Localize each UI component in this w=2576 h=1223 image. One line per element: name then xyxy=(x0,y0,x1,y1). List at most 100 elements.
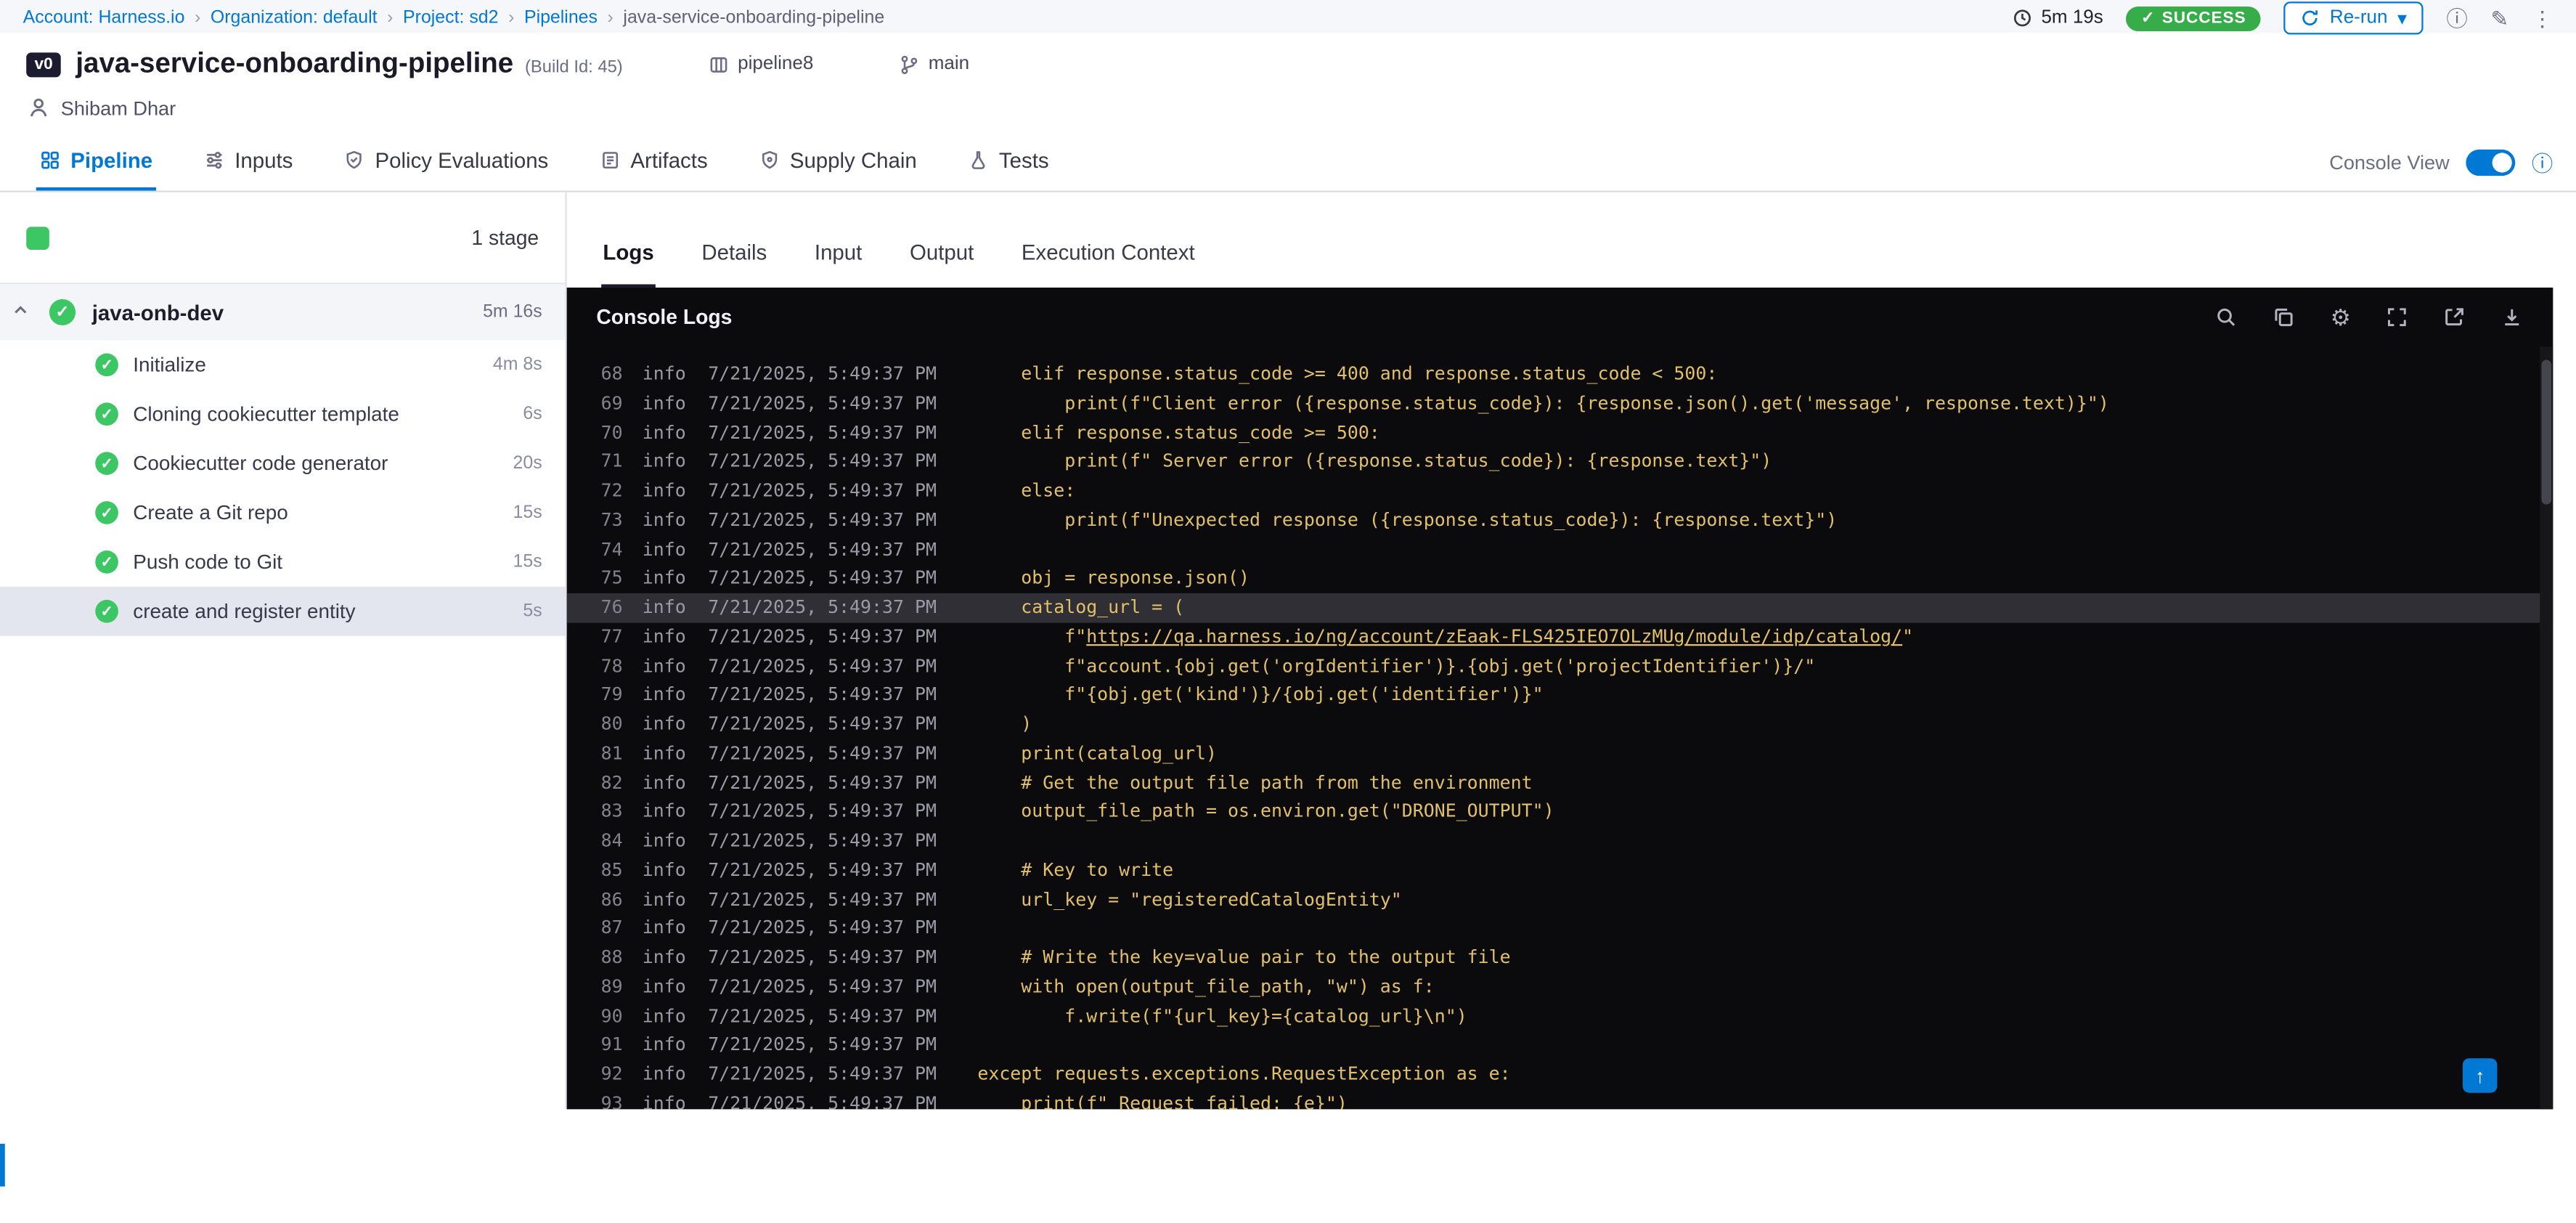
log-line-number[interactable]: 74 xyxy=(587,535,623,564)
log-line-number[interactable]: 71 xyxy=(587,447,623,476)
more-options-icon[interactable]: ⋮ xyxy=(2532,7,2553,28)
log-line-number[interactable]: 81 xyxy=(587,739,623,768)
step-row[interactable]: ✓ Initialize 4m 8s xyxy=(0,340,565,389)
log-timestamp: 7/21/2025, 5:49:37 PM xyxy=(708,800,937,822)
log-line-number[interactable]: 76 xyxy=(587,593,623,622)
chevron-up-icon[interactable] xyxy=(12,301,30,319)
log-line-number[interactable]: 91 xyxy=(587,1031,623,1060)
log-scrollbar-thumb[interactable] xyxy=(2541,359,2552,505)
step-success-icon: ✓ xyxy=(95,599,118,623)
log-text-segment: f" xyxy=(977,625,1087,647)
log-line-number[interactable]: 80 xyxy=(587,710,623,739)
log-line-number[interactable]: 84 xyxy=(587,826,623,856)
step-label: create and register entity xyxy=(133,599,356,623)
log-timestamp: 7/21/2025, 5:49:37 PM xyxy=(708,363,937,385)
copy-logs-icon[interactable] xyxy=(2273,306,2296,329)
log-line-number[interactable]: 92 xyxy=(587,1060,623,1089)
pipeline-execution-screen: Account: Harness.io › Organization: defa… xyxy=(0,0,2576,1223)
log-level: info xyxy=(642,508,686,531)
log-line-number[interactable]: 89 xyxy=(587,972,623,1001)
breadcrumb-organization[interactable]: Organization: default xyxy=(211,8,378,28)
log-text-segment: print(f"Client error ({response.status_c… xyxy=(977,392,2109,414)
log-line-number[interactable]: 79 xyxy=(587,680,623,710)
scroll-to-top-button[interactable]: ↑ xyxy=(2462,1058,2498,1093)
log-line-number[interactable]: 77 xyxy=(587,622,623,651)
log-line-number[interactable]: 85 xyxy=(587,856,623,885)
log-line-number[interactable]: 68 xyxy=(587,360,623,389)
log-line-number[interactable]: 75 xyxy=(587,564,623,593)
log-text-segment: catalog_url = ( xyxy=(977,596,1185,618)
log-text: # Write the key=value pair to the output… xyxy=(977,943,1510,972)
log-line-number[interactable]: 90 xyxy=(587,1001,623,1031)
log-line-number[interactable]: 70 xyxy=(587,418,623,447)
log-line-number[interactable]: 88 xyxy=(587,943,623,972)
breadcrumb-current: java-service-onboarding-pipeline xyxy=(623,8,885,28)
branch-label[interactable]: main xyxy=(899,54,969,75)
log-line: 90 info 7/21/2025, 5:49:37 PM f.write(f"{u… xyxy=(567,1001,2553,1031)
tab-input[interactable]: Input xyxy=(813,240,864,288)
breadcrumb: Account: Harness.io › Organization: defa… xyxy=(23,8,884,28)
log-line-number[interactable]: 86 xyxy=(587,885,623,914)
step-row[interactable]: ✓ create and register entity 5s xyxy=(0,586,566,636)
tab-tests[interactable]: Tests xyxy=(964,133,1052,190)
step-row[interactable]: ✓ Cookiecutter code generator 20s xyxy=(0,439,565,488)
tab-logs[interactable]: Logs xyxy=(601,240,656,288)
log-scroll-area[interactable]: 68 info 7/21/2025, 5:49:37 PM elif respons… xyxy=(566,346,2553,1110)
breadcrumb-project[interactable]: Project: sd2 xyxy=(403,8,498,28)
breadcrumb-account[interactable]: Account: Harness.io xyxy=(23,8,185,28)
step-detail-panel: Logs Details Input Output Execution Cont… xyxy=(566,192,2576,1110)
stage-name: java-onb-dev xyxy=(91,299,224,325)
info-icon[interactable]: ⓘ xyxy=(2446,7,2467,28)
log-line-number[interactable]: 83 xyxy=(587,797,623,826)
log-text: with open(output_file_path, "w") as f: xyxy=(977,972,1434,1001)
console-view-label: Console View xyxy=(2329,150,2450,174)
log-line: 71 info 7/21/2025, 5:49:37 PM print(f" Ser… xyxy=(567,447,2553,476)
rerun-button[interactable]: Re-run ▾ xyxy=(2283,1,2424,35)
fullscreen-icon[interactable] xyxy=(2386,306,2409,329)
log-timestamp: 7/21/2025, 5:49:37 PM xyxy=(708,1063,937,1085)
log-timestamp: 7/21/2025, 5:49:37 PM xyxy=(708,1033,937,1056)
console-view-toggle[interactable] xyxy=(2466,148,2516,175)
log-level: info xyxy=(642,742,686,764)
log-level: info xyxy=(642,1092,686,1110)
stage-status-square-icon xyxy=(26,226,49,249)
log-link[interactable]: https://qa.harness.io/ng/account/zEaak-F… xyxy=(1086,626,1902,647)
log-settings-gear-icon[interactable]: ⚙ xyxy=(2331,306,2351,329)
breadcrumb-pipelines[interactable]: Pipelines xyxy=(524,8,598,28)
log-line-number[interactable]: 87 xyxy=(587,914,623,943)
log-line-number[interactable]: 82 xyxy=(587,768,623,797)
arrow-up-icon: ↑ xyxy=(2474,1064,2485,1087)
console-view-info-icon[interactable]: ⓘ xyxy=(2532,146,2553,177)
console-title: Console Logs xyxy=(596,305,733,329)
log-text: f"https://qa.harness.io/ng/account/zEaak… xyxy=(977,622,1913,651)
download-logs-icon[interactable] xyxy=(2500,306,2524,329)
tab-output[interactable]: Output xyxy=(908,240,976,288)
tab-pipeline[interactable]: Pipeline xyxy=(36,133,156,191)
stage-row-java-onb-dev[interactable]: ✓ java-onb-dev 5m 16s xyxy=(0,284,566,341)
log-line-number[interactable]: 69 xyxy=(587,389,623,418)
tab-policy-evaluations[interactable]: Policy Evaluations xyxy=(341,133,552,190)
step-detail-tabs: Logs Details Input Output Execution Cont… xyxy=(567,192,2553,288)
step-row[interactable]: ✓ Create a Git repo 15s xyxy=(0,488,565,537)
edit-pipeline-icon[interactable]: ✎ xyxy=(2491,7,2509,28)
tab-inputs[interactable]: Inputs xyxy=(200,133,296,190)
step-row[interactable]: ✓ Cloning cookiecutter template 6s xyxy=(0,389,565,439)
log-line-number[interactable]: 78 xyxy=(587,651,623,680)
log-line-number[interactable]: 73 xyxy=(587,505,623,535)
open-in-new-icon[interactable] xyxy=(2443,306,2466,329)
left-nav-handle[interactable] xyxy=(0,1143,5,1187)
pipeline-tag[interactable]: pipeline8 xyxy=(708,54,813,75)
log-line-number[interactable]: 93 xyxy=(587,1089,623,1109)
log-text-segment: # Get the output file path from the envi… xyxy=(977,771,1533,793)
git-branch-icon xyxy=(901,54,918,73)
pipeline-tab-icon xyxy=(41,151,59,169)
log-text: print(f"Unexpected response ({response.s… xyxy=(977,505,1837,535)
tab-execution-context[interactable]: Execution Context xyxy=(1020,240,1197,288)
tab-artifacts[interactable]: Artifacts xyxy=(596,133,711,190)
tab-details[interactable]: Details xyxy=(700,240,768,288)
step-row[interactable]: ✓ Push code to Git 15s xyxy=(0,537,565,587)
log-line-number[interactable]: 72 xyxy=(587,476,623,505)
log-timestamp: 7/21/2025, 5:49:37 PM xyxy=(708,1092,937,1110)
tab-supply-chain[interactable]: Supply Chain xyxy=(755,133,920,190)
search-icon[interactable] xyxy=(2215,306,2238,329)
